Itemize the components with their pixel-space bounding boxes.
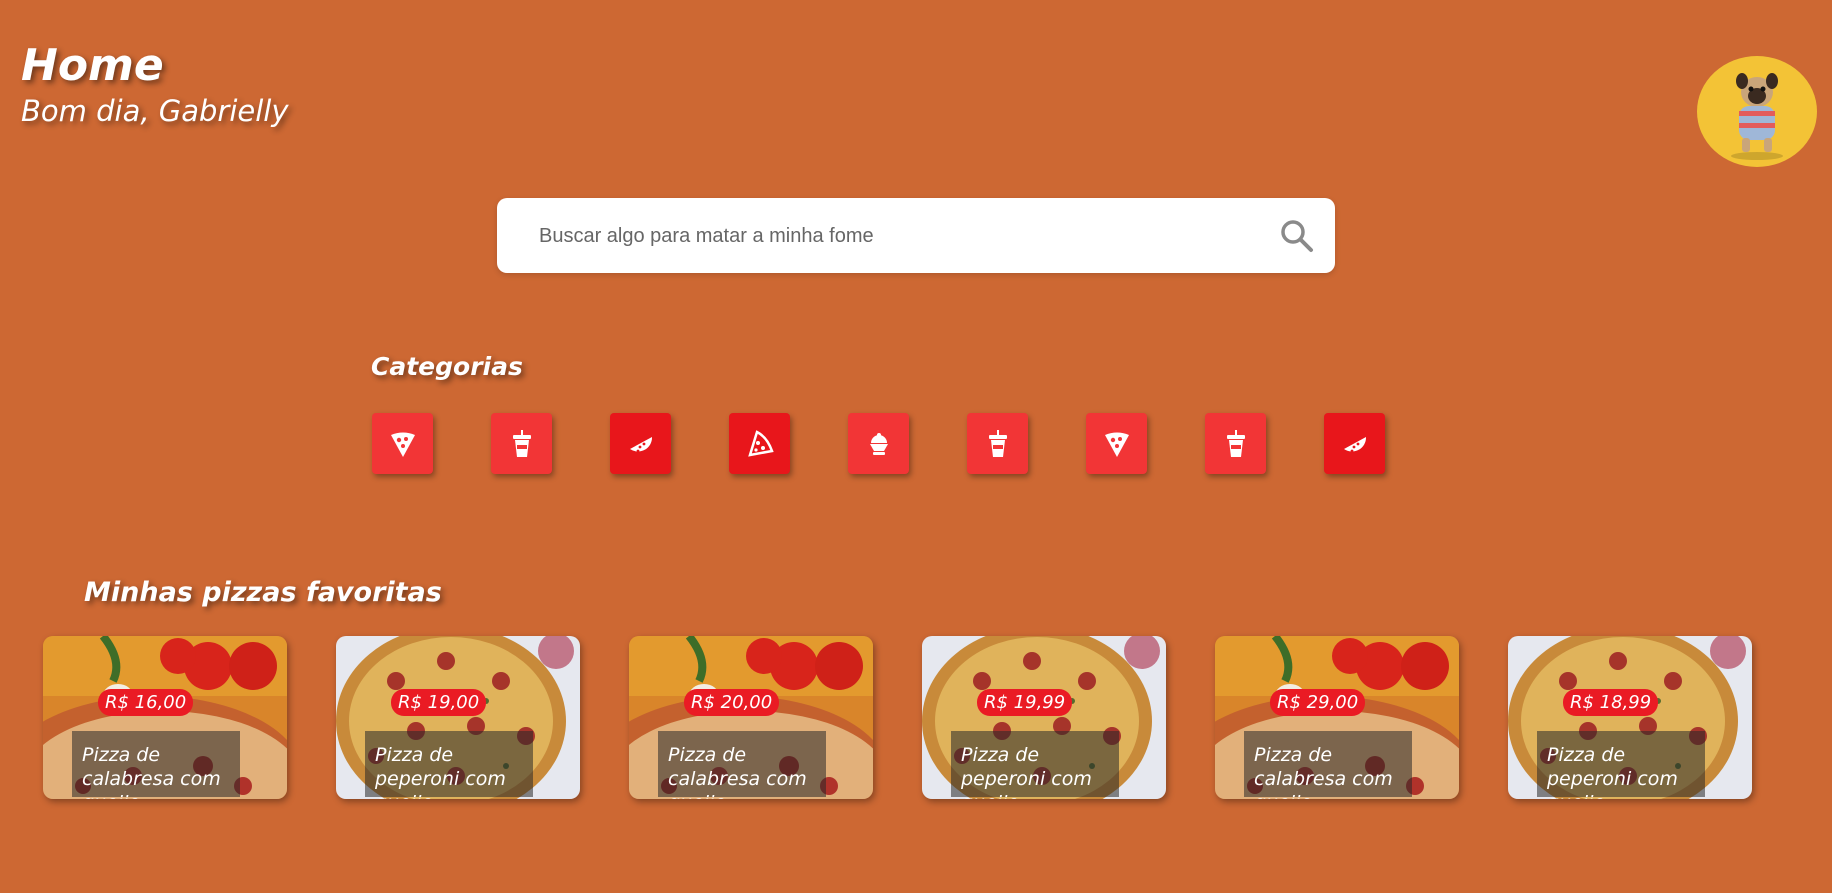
drink-cup-icon — [512, 429, 531, 457]
price-badge: R$ 16,00 — [98, 689, 194, 716]
category-pizza[interactable] — [372, 413, 433, 474]
favorite-pizza-card[interactable]: R$ 19,00 Pizza de peperoni com queijo — [336, 636, 580, 799]
pizza-name: Pizza de peperoni com queijo — [1537, 731, 1705, 799]
category-drinks[interactable] — [1205, 413, 1266, 474]
search-input[interactable] — [537, 216, 1261, 256]
avatar[interactable] — [1697, 56, 1817, 167]
categories-title: Categorias — [371, 352, 523, 381]
favorite-pizza-card[interactable]: R$ 16,00 Pizza de calabresa com queijo — [43, 636, 287, 799]
drink-cup-icon — [1226, 429, 1245, 457]
page-title: Home — [21, 40, 164, 91]
price-badge: R$ 29,00 — [1270, 689, 1366, 716]
pizza-slice-icon — [747, 429, 774, 457]
greeting-text: Bom dia, Gabrielly — [21, 94, 289, 128]
favorite-pizza-card[interactable]: R$ 20,00 Pizza de calabresa com queijo — [629, 636, 873, 799]
pizza-name: Pizza de calabresa com queijo — [72, 731, 240, 799]
category-pizza[interactable] — [729, 413, 790, 474]
pizza-slice-icon — [390, 432, 415, 457]
price-badge: R$ 20,00 — [684, 689, 780, 716]
favorites-title: Minhas pizzas favoritas — [84, 577, 442, 608]
pizza-name: Pizza de calabresa com queijo — [1244, 731, 1412, 799]
category-drinks[interactable] — [491, 413, 552, 474]
category-desserts[interactable] — [848, 413, 909, 474]
price-badge: R$ 19,00 — [391, 689, 487, 716]
category-drinks[interactable] — [967, 413, 1028, 474]
watermelon-icon — [629, 436, 652, 452]
price-badge: R$ 18,99 — [1563, 689, 1659, 716]
pizza-slice-icon — [1104, 432, 1129, 457]
watermelon-icon — [1343, 436, 1366, 452]
favorite-pizza-card[interactable]: R$ 29,00 Pizza de calabresa com queijo — [1215, 636, 1459, 799]
favorites-list: R$ 16,00 Pizza de calabresa com queijo R… — [43, 636, 1752, 799]
pizza-name: Pizza de calabresa com queijo — [658, 731, 826, 799]
category-list — [372, 413, 1385, 474]
ice-cream-icon — [869, 432, 888, 455]
pizza-name: Pizza de peperoni com queijo — [951, 731, 1119, 799]
category-pizza[interactable] — [1086, 413, 1147, 474]
favorite-pizza-card[interactable]: R$ 18,99 Pizza de peperoni com queijo — [1508, 636, 1752, 799]
drink-cup-icon — [988, 429, 1007, 457]
pizza-name: Pizza de peperoni com queijo — [365, 731, 533, 799]
price-badge: R$ 19,99 — [977, 689, 1073, 716]
favorite-pizza-card[interactable]: R$ 19,99 Pizza de peperoni com queijo — [922, 636, 1166, 799]
search-icon[interactable] — [1279, 218, 1315, 254]
pug-avatar-icon — [1731, 73, 1783, 160]
search-bar — [497, 198, 1335, 273]
category-fruits[interactable] — [1324, 413, 1385, 474]
category-fruits[interactable] — [610, 413, 671, 474]
